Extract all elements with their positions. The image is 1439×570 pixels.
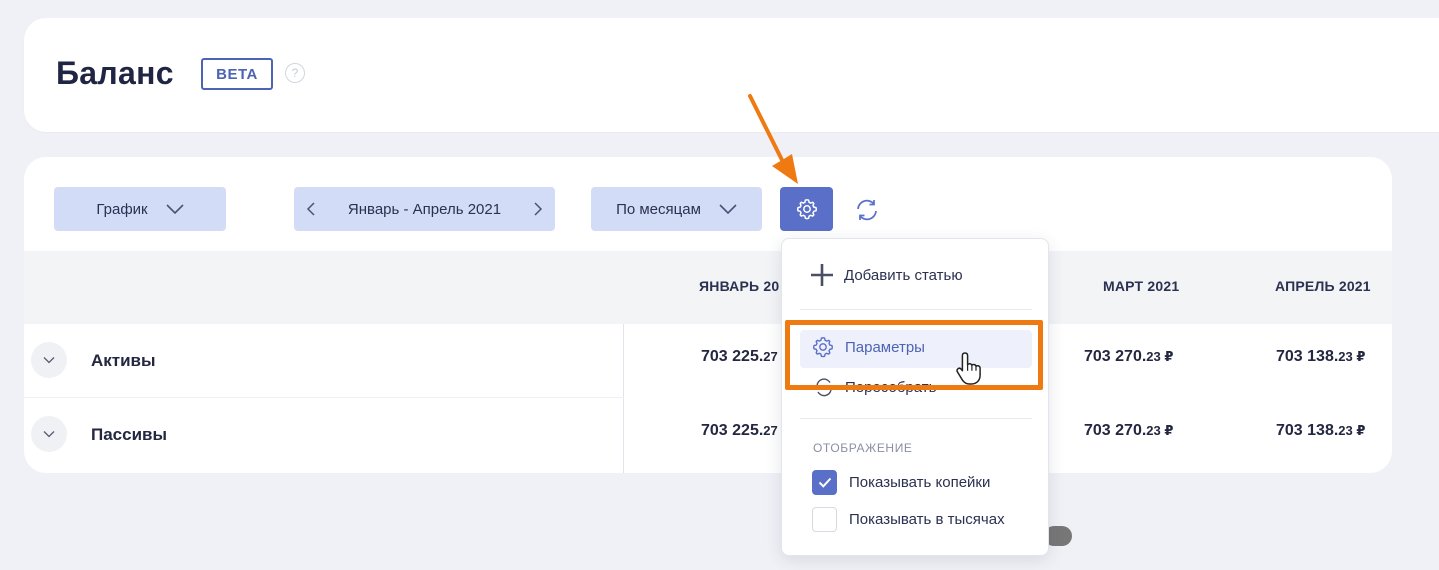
page-title: Баланс — [56, 55, 174, 91]
gear-icon — [796, 199, 817, 220]
plus-icon — [811, 264, 833, 286]
column-header-april: АПРЕЛЬ 2021 — [1275, 278, 1371, 294]
chevron-down-icon — [43, 431, 55, 438]
cell-liabilities-january: 703 225.27 — [701, 422, 778, 439]
balance-table-card: График Январь - Апрель 2021 По месяцам Я… — [24, 157, 1392, 473]
cell-liabilities-march: 703 270.23 ₽ — [1084, 422, 1174, 439]
period-label: Январь - Апрель 2021 — [347, 200, 502, 218]
expand-assets-button[interactable] — [31, 342, 67, 378]
cell-assets-january: 703 225.27 — [701, 348, 778, 365]
expand-liabilities-button[interactable] — [31, 416, 67, 452]
column-divider — [623, 324, 624, 473]
column-header-january: ЯНВАРЬ 20 — [699, 278, 780, 294]
display-section-label: ОТОБРАЖЕНИЕ — [813, 441, 913, 455]
checkbox-show-kopecks[interactable]: Показывать копейки — [812, 470, 990, 495]
chevron-down-icon — [43, 357, 55, 364]
period-picker[interactable]: Январь - Апрель 2021 — [294, 187, 555, 231]
checkbox-checked[interactable] — [812, 470, 837, 495]
menu-divider — [800, 309, 1032, 310]
cell-liabilities-april: 703 138.23 ₽ — [1276, 422, 1366, 439]
help-icon[interactable]: ? — [285, 63, 305, 83]
grouping-label: По месяцам — [616, 200, 701, 218]
check-icon — [818, 477, 831, 488]
hand-cursor-icon — [956, 352, 981, 385]
settings-dropdown-menu: Добавить статью Параметры Пересобрать ОТ… — [781, 238, 1049, 556]
row-separator — [24, 397, 624, 398]
checkbox-unchecked[interactable] — [812, 507, 837, 532]
header-card: Баланс BETA ? — [24, 18, 1439, 132]
settings-button[interactable] — [780, 187, 833, 231]
menu-item-add-article[interactable]: Добавить статью — [810, 263, 963, 287]
row-label-liabilities: Пассивы — [91, 425, 168, 444]
row-label-assets: Активы — [91, 351, 156, 370]
cell-assets-april: 703 138.23 ₽ — [1276, 348, 1366, 365]
grouping-select[interactable]: По месяцам — [591, 187, 762, 231]
view-select[interactable]: График — [54, 187, 226, 231]
checkbox-show-thousands[interactable]: Показывать в тысячах — [812, 507, 1005, 532]
view-select-label: График — [96, 200, 148, 218]
annotation-highlight-box — [785, 320, 1043, 390]
chevron-down-icon — [719, 204, 737, 214]
annotation-arrow-icon — [748, 94, 798, 184]
chevron-right-icon[interactable] — [533, 202, 543, 216]
column-header-march: МАРТ 2021 — [1103, 278, 1180, 294]
beta-badge: BETA — [201, 58, 273, 90]
refresh-icon — [857, 199, 877, 221]
chevron-left-icon[interactable] — [306, 202, 316, 216]
chevron-down-icon — [166, 204, 184, 214]
refresh-button[interactable] — [850, 195, 884, 225]
cell-assets-march: 703 270.23 ₽ — [1084, 348, 1174, 365]
menu-divider — [800, 418, 1032, 419]
